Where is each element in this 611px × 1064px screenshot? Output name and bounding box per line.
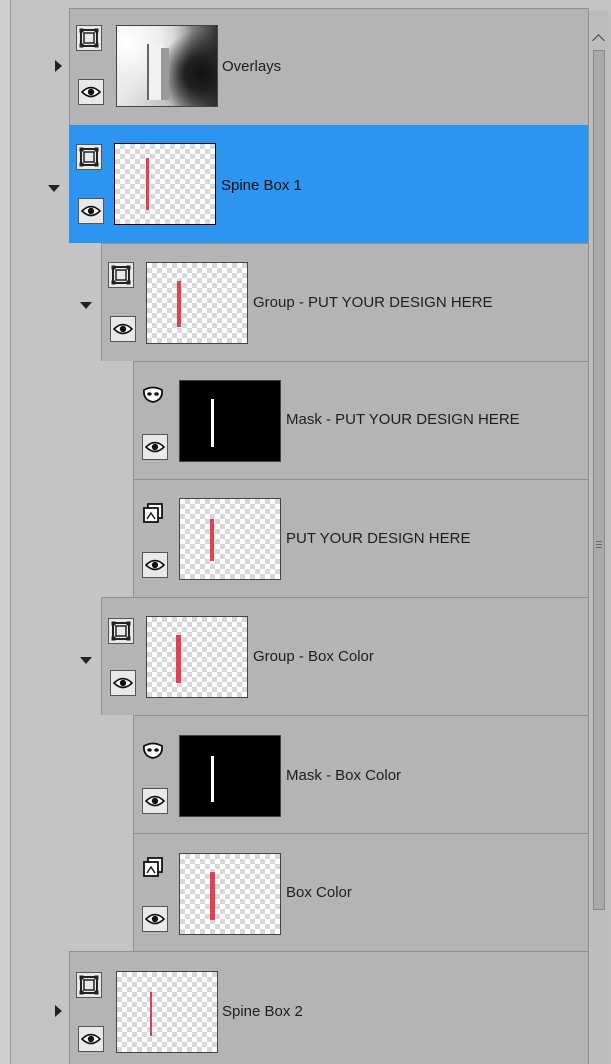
layer-row-spine-box-1[interactable]: Spine Box 1 — [69, 125, 589, 243]
raster-layer-icon — [140, 854, 166, 880]
visibility-eye-icon[interactable] — [78, 198, 104, 224]
expand-arrow-icon[interactable] — [48, 182, 60, 194]
layer-thumbnail — [116, 971, 218, 1053]
visibility-eye-icon[interactable] — [110, 670, 136, 696]
layer-thumbnail — [116, 25, 218, 107]
layer-thumbnail — [114, 143, 216, 225]
expand-arrow-icon[interactable] — [80, 654, 92, 666]
mask-layer-icon — [140, 738, 166, 764]
layer-name: Overlays — [222, 58, 282, 75]
mask-layer-icon — [140, 382, 166, 408]
layer-row-design[interactable]: PUT YOUR DESIGN HERE — [133, 479, 589, 597]
vertical-scrollbar[interactable] — [588, 10, 610, 1064]
group-layer-icon — [76, 144, 102, 170]
group-layer-icon — [76, 972, 102, 998]
layer-row-spine-box-2[interactable]: Spine Box 2 — [69, 951, 589, 1064]
layer-row-group-box-color[interactable]: Group - Box Color — [101, 597, 589, 715]
visibility-eye-icon[interactable] — [142, 788, 168, 814]
layer-thumbnail — [179, 380, 281, 462]
visibility-eye-icon[interactable] — [142, 906, 168, 932]
layer-name: Mask - Box Color — [286, 767, 402, 784]
layer-row-mask-box-color[interactable]: Mask - Box Color — [133, 715, 589, 833]
layer-thumbnail — [179, 498, 281, 580]
layer-name: Spine Box 1 — [221, 177, 302, 194]
panel-left-strip — [0, 0, 11, 1064]
scroll-up-arrow-icon[interactable] — [589, 32, 610, 48]
layer-name: Box Color — [286, 884, 352, 901]
visibility-eye-icon[interactable] — [110, 316, 136, 342]
layer-thumbnail — [179, 735, 281, 817]
visibility-eye-icon[interactable] — [78, 1026, 104, 1052]
layer-name: Spine Box 2 — [222, 1003, 303, 1020]
layer-thumbnail — [146, 262, 248, 344]
group-layer-icon — [108, 618, 134, 644]
group-layer-icon — [76, 25, 102, 51]
expand-arrow-icon[interactable] — [52, 1005, 64, 1017]
layer-row-box-color[interactable]: Box Color — [133, 833, 589, 951]
layer-thumbnail — [179, 853, 281, 935]
group-layer-icon — [108, 262, 134, 288]
expand-arrow-icon[interactable] — [80, 299, 92, 311]
layer-name: PUT YOUR DESIGN HERE — [286, 530, 471, 547]
expand-arrow-icon[interactable] — [52, 60, 64, 72]
layer-row-group-design[interactable]: Group - PUT YOUR DESIGN HERE — [101, 243, 589, 361]
raster-layer-icon — [140, 500, 166, 526]
scrollbar-grip-icon — [596, 541, 602, 542]
visibility-eye-icon[interactable] — [142, 434, 168, 460]
layers-panel: Overlays Spine Box 1 Group - PUT YOUR DE… — [0, 0, 611, 1064]
layer-name: Group - PUT YOUR DESIGN HERE — [253, 294, 493, 311]
visibility-eye-icon[interactable] — [142, 552, 168, 578]
scrollbar-thumb[interactable] — [593, 50, 605, 910]
visibility-eye-icon[interactable] — [78, 79, 104, 105]
layer-name: Mask - PUT YOUR DESIGN HERE — [286, 411, 520, 428]
layer-thumbnail — [146, 616, 248, 698]
layer-row-mask-design[interactable]: Mask - PUT YOUR DESIGN HERE — [133, 361, 589, 479]
layer-name: Group - Box Color — [253, 648, 374, 665]
layer-row-overlays[interactable]: Overlays — [69, 8, 589, 125]
